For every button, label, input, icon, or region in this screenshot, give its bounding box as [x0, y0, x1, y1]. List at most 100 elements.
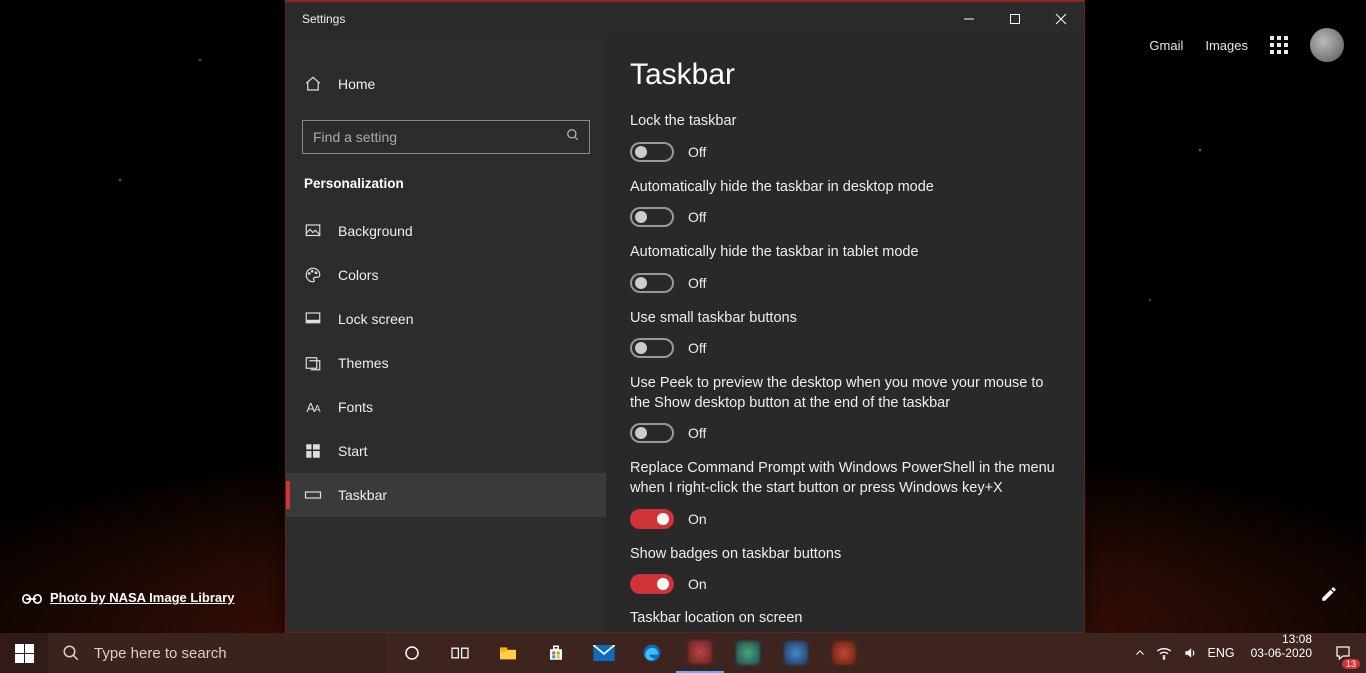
sidebar-item-start[interactable]: Start — [286, 429, 606, 473]
option-label: Lock the taskbar — [630, 112, 1060, 132]
toggle-state: Off — [688, 144, 706, 160]
themes-icon — [304, 354, 322, 372]
option-label: Use small taskbar buttons — [630, 309, 1060, 329]
taskbar-clock[interactable]: 13:08 03-06-2020 — [1243, 633, 1320, 673]
option-autohide-tablet: Automatically hide the taskbar in tablet… — [630, 243, 1060, 293]
sidebar-item-label: Background — [338, 223, 413, 239]
apps-grid-icon[interactable] — [1270, 36, 1288, 54]
sidebar-home-label: Home — [338, 76, 375, 92]
action-center-button[interactable]: 13 — [1320, 633, 1366, 673]
running-app-4[interactable] — [820, 633, 868, 673]
sidebar-item-fonts[interactable]: AA Fonts — [286, 385, 606, 429]
sidebar-item-label: Start — [338, 443, 368, 459]
toggle-lock-taskbar[interactable] — [630, 142, 674, 162]
minimize-button[interactable] — [946, 2, 992, 36]
sidebar-item-label: Taskbar — [338, 487, 387, 503]
sidebar-item-taskbar[interactable]: Taskbar — [286, 473, 606, 517]
wallpaper-attribution-link[interactable]: Photo by NASA Image Library — [50, 590, 234, 605]
running-app-1[interactable] — [676, 633, 724, 673]
option-label: Automatically hide the taskbar in deskto… — [630, 178, 1060, 198]
wifi-icon[interactable] — [1156, 646, 1172, 660]
sidebar-item-colors[interactable]: Colors — [286, 253, 606, 297]
taskbar-icon — [304, 486, 322, 504]
toggle-autohide-desktop[interactable] — [630, 207, 674, 227]
taskbar-location-label: Taskbar location on screen — [630, 610, 1060, 626]
desktop-background: Gmail Images Photo by NASA Image Library… — [0, 0, 1366, 633]
language-indicator[interactable]: ENG — [1208, 646, 1235, 660]
toggle-state: On — [688, 576, 707, 592]
clock-time: 13:08 — [1251, 633, 1312, 647]
toggle-state: On — [688, 511, 707, 527]
edge-button[interactable] — [628, 633, 676, 673]
option-autohide-desktop: Automatically hide the taskbar in deskto… — [630, 178, 1060, 228]
page-title: Taskbar — [630, 58, 1060, 92]
sidebar-item-label: Colors — [338, 267, 378, 283]
toggle-powershell[interactable] — [630, 509, 674, 529]
home-icon — [304, 75, 322, 93]
browser-top-bar: Gmail Images — [1149, 28, 1344, 62]
option-powershell: Replace Command Prompt with Windows Powe… — [630, 459, 1060, 528]
settings-content: Taskbar Lock the taskbar Off Automatical… — [606, 36, 1084, 632]
option-label: Automatically hide the taskbar in tablet… — [630, 243, 1060, 263]
tray-overflow-icon[interactable] — [1134, 647, 1146, 659]
titlebar[interactable]: Settings — [286, 2, 1084, 36]
search-input[interactable] — [302, 120, 590, 154]
toggle-peek[interactable] — [630, 423, 674, 443]
taskbar-search-placeholder: Type here to search — [94, 645, 227, 662]
window-controls — [946, 2, 1084, 36]
task-view-button[interactable] — [436, 633, 484, 673]
sidebar-item-background[interactable]: Background — [286, 209, 606, 253]
edit-pencil-icon[interactable] — [1318, 583, 1340, 605]
taskbar-search[interactable]: Type here to search — [48, 633, 388, 673]
running-app-2[interactable] — [724, 633, 772, 673]
sidebar-item-themes[interactable]: Themes — [286, 341, 606, 385]
images-link[interactable]: Images — [1205, 38, 1248, 53]
taskbar: Type here to search ENG 13:08 03-06-2020… — [0, 633, 1366, 673]
fonts-icon: AA — [304, 398, 322, 416]
settings-sidebar: Home Personalization Background Colors — [286, 36, 606, 632]
running-app-3[interactable] — [772, 633, 820, 673]
microsoft-store-button[interactable] — [532, 633, 580, 673]
start-tiles-icon — [304, 442, 322, 460]
maximize-button[interactable] — [992, 2, 1038, 36]
toggle-autohide-tablet[interactable] — [630, 273, 674, 293]
avatar[interactable] — [1310, 28, 1344, 62]
option-small-buttons: Use small taskbar buttons Off — [630, 309, 1060, 359]
gmail-link[interactable]: Gmail — [1149, 38, 1183, 53]
cortana-button[interactable] — [388, 633, 436, 673]
lockscreen-icon — [304, 310, 322, 328]
search-icon — [566, 128, 580, 142]
palette-icon — [304, 266, 322, 284]
clock-date: 03-06-2020 — [1251, 647, 1312, 661]
option-peek: Use Peek to preview the desktop when you… — [630, 374, 1060, 443]
sidebar-home[interactable]: Home — [286, 62, 606, 106]
file-explorer-button[interactable] — [484, 633, 532, 673]
option-label: Use Peek to preview the desktop when you… — [630, 374, 1060, 413]
system-tray: ENG — [1126, 633, 1243, 673]
search-icon — [62, 644, 80, 662]
toggle-badges[interactable] — [630, 574, 674, 594]
toggle-state: Off — [688, 425, 706, 441]
close-button[interactable] — [1038, 2, 1084, 36]
sidebar-item-label: Themes — [338, 355, 389, 371]
link-icon — [22, 593, 40, 603]
sidebar-item-label: Fonts — [338, 399, 373, 415]
toggle-state: Off — [688, 209, 706, 225]
sidebar-category: Personalization — [286, 162, 606, 197]
wallpaper-attribution: Photo by NASA Image Library — [22, 590, 234, 605]
option-lock-taskbar: Lock the taskbar Off — [630, 112, 1060, 162]
toggle-state: Off — [688, 340, 706, 356]
toggle-state: Off — [688, 275, 706, 291]
notification-badge: 13 — [1342, 659, 1360, 669]
toggle-small-buttons[interactable] — [630, 338, 674, 358]
option-label: Show badges on taskbar buttons — [630, 545, 1060, 565]
start-button[interactable] — [0, 633, 48, 673]
taskbar-pinned-apps — [388, 633, 868, 673]
settings-window: Settings Home — [285, 0, 1085, 633]
window-title: Settings — [302, 12, 345, 26]
option-label: Replace Command Prompt with Windows Powe… — [630, 459, 1060, 498]
volume-icon[interactable] — [1182, 646, 1198, 660]
sidebar-item-lockscreen[interactable]: Lock screen — [286, 297, 606, 341]
windows-logo-icon — [15, 644, 34, 663]
mail-button[interactable] — [580, 633, 628, 673]
